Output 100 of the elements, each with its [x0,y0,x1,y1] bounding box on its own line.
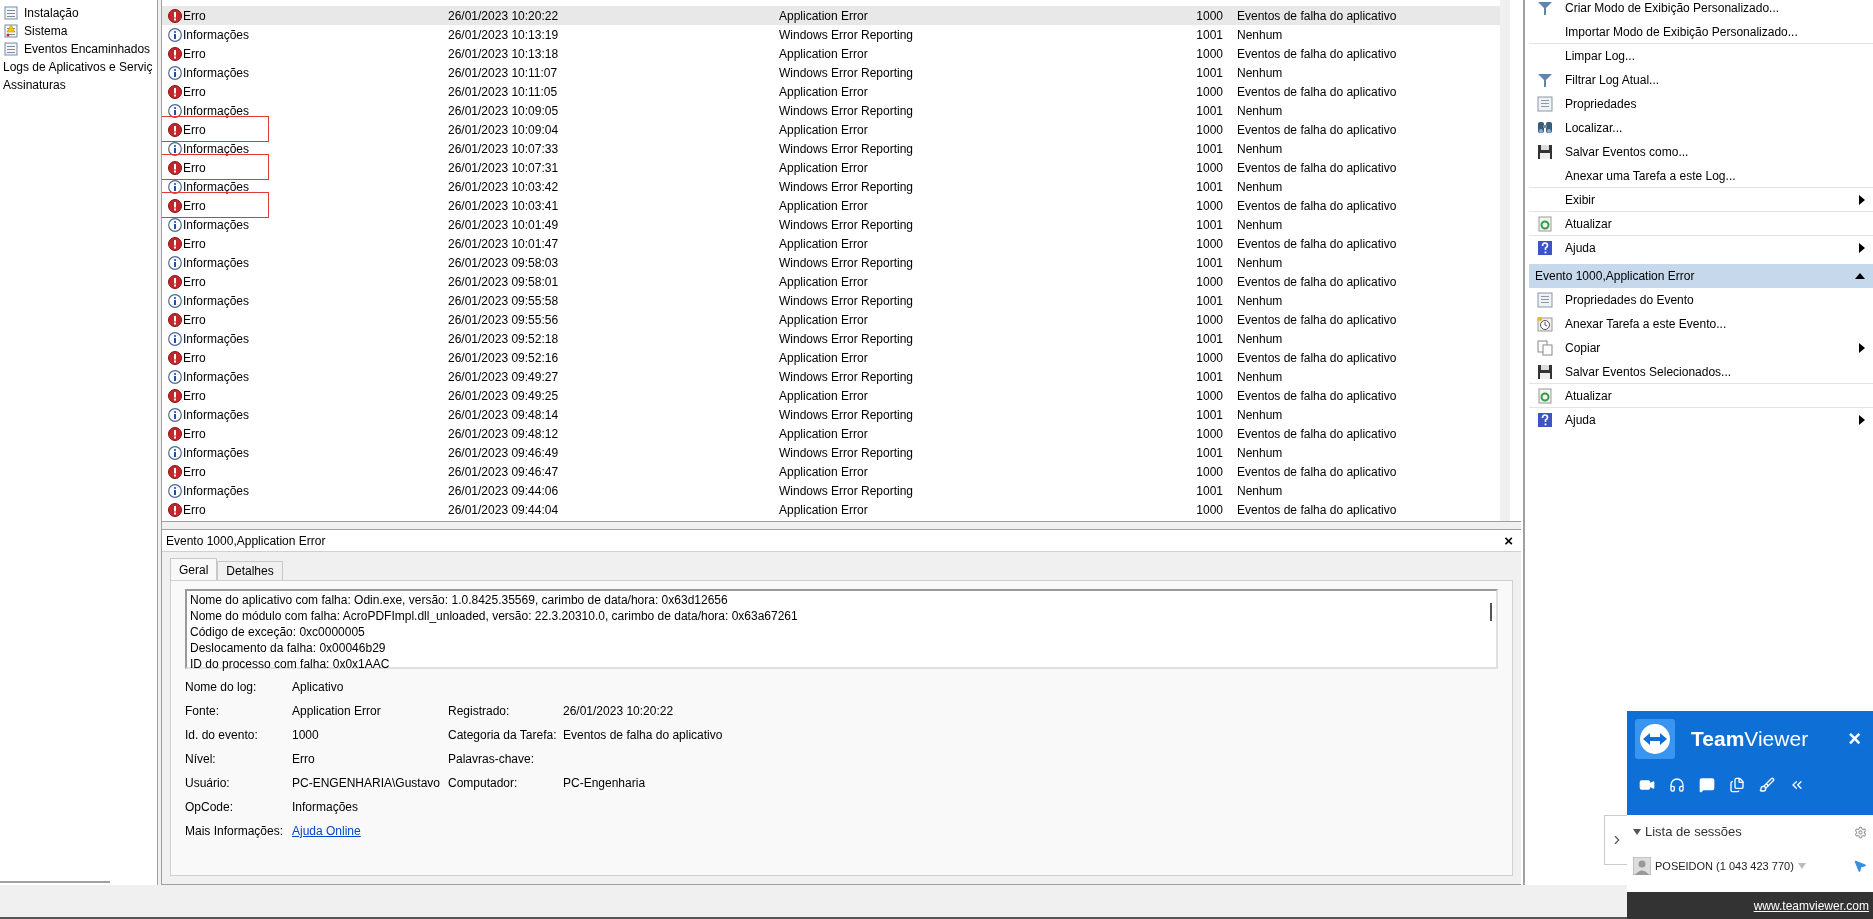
action-item[interactable]: Limpar Log... [1565,47,1636,65]
event-row[interactable]: Erro 26/01/2023 09:49:25 Application Error 1000 Eventos de falha do aplicativo [162,386,1500,405]
tree-item[interactable]: Logs de Aplicativos e Serviç [3,58,153,76]
action-item[interactable]: Anexar Tarefa a este Evento... [1565,315,1727,333]
event-row[interactable]: Informações 26/01/2023 09:49:27 Windows Error Reporting 1001 Nenhum [162,367,1500,386]
description-line: Código de exceção: 0xc0000005 [190,624,366,640]
action-item[interactable]: Exibir [1565,190,1595,209]
category-cell-text: Nenhum [1237,406,1283,424]
event-row[interactable]: Erro 26/01/2023 10:13:18 Application Error 1000 Eventos de falha do aplicativo [162,44,1500,63]
log-icon [4,42,18,56]
field-value: Informações [292,799,360,816]
event-row[interactable]: Informações 26/01/2023 09:44:06 Windows Error Reporting 1001 Nenhum [162,481,1500,500]
source-cell-text: Application Error [779,7,869,25]
event-row[interactable]: Informações 26/01/2023 09:55:58 Windows Error Reporting 1001 Nenhum [162,291,1500,310]
category-cell-text: Eventos de falha do aplicativo [1237,387,1397,405]
event-row[interactable]: Informações 26/01/2023 09:58:03 Windows Error Reporting 1001 Nenhum [162,253,1500,272]
tree-item[interactable]: Assinaturas [3,76,66,94]
level-cell-text: Informações [183,178,250,196]
scrollbar-track[interactable] [1500,0,1510,521]
event-row[interactable]: Informações 26/01/2023 09:48:14 Windows Error Reporting 1001 Nenhum [162,405,1500,424]
source-cell-text: Application Error [779,463,869,481]
id-cell-text: 1001 [1195,482,1223,500]
event-row[interactable]: Erro 26/01/2023 10:07:31 Application Error 1000 Eventos de falha do aplicativo [162,158,1500,177]
action-item[interactable]: Propriedades do Evento [1565,291,1694,309]
tab[interactable]: Detalhes [217,561,283,580]
funnel-icon [1537,0,1553,16]
sessions-label[interactable]: Lista de sessões [1645,822,1742,842]
tree-item[interactable]: Instalação [24,4,79,22]
action-item[interactable]: Propriedades [1565,95,1637,113]
event-row[interactable]: Informações 26/01/2023 10:13:19 Windows Error Reporting 1001 Nenhum [162,25,1500,44]
event-row[interactable]: Erro 26/01/2023 09:44:04 Application Error 1000 Eventos de falha do aplicativo [162,500,1500,519]
level-cell-text: Erro [183,45,206,63]
level-cell-text: Informações [183,254,250,272]
event-row[interactable]: Erro 26/01/2023 09:46:47 Application Error 1000 Eventos de falha do aplicativo [162,462,1500,481]
help-icon [1537,412,1553,428]
tree-item[interactable]: Eventos Encaminhados [24,40,151,58]
info-icon [168,331,182,346]
field-label: Nível: [185,751,217,768]
id-cell-text: 1000 [1195,7,1223,25]
error-icon [168,464,182,479]
level-cell-text: Erro [183,159,206,177]
event-row[interactable]: Erro 26/01/2023 10:03:41 Application Error 1000 Eventos de falha do aplicativo [162,196,1500,215]
action-item[interactable]: Ajuda [1565,239,1596,257]
event-row[interactable]: Erro 26/01/2023 10:11:05 Application Error 1000 Eventos de falha do aplicativo [162,82,1500,101]
level-cell-text: Informações [183,406,250,424]
help-link[interactable]: Ajuda Online [292,822,448,840]
id-cell-text: 1000 [1195,83,1223,101]
session-item[interactable]: POSEIDON (1 043 423 770) [1655,857,1794,875]
event-row[interactable]: Informações 26/01/2023 10:01:49 Windows Error Reporting 1001 Nenhum [162,215,1500,234]
event-row[interactable]: Erro 26/01/2023 09:52:16 Application Error 1000 Eventos de falha do aplicativo [162,348,1500,367]
date-cell-text: 26/01/2023 09:46:49 [448,444,560,462]
log-warning-icon [4,24,18,38]
event-row[interactable]: Informações 26/01/2023 10:03:42 Windows Error Reporting 1001 Nenhum [162,177,1500,196]
level-cell-text: Informações [183,216,250,234]
action-item[interactable]: Ajuda [1565,411,1596,429]
action-item[interactable]: Atualizar [1565,214,1612,233]
action-item[interactable]: Filtrar Log Atual... [1565,71,1660,89]
action-item[interactable]: Criar Modo de Exibição Personalizado... [1565,0,1780,17]
files-icon[interactable] [1729,777,1745,793]
action-item[interactable]: Localizar... [1565,119,1623,137]
date-cell-text: 26/01/2023 10:11:05 [448,83,559,101]
date-cell-text: 26/01/2023 09:49:27 [448,368,560,386]
event-row[interactable]: Erro 26/01/2023 09:48:12 Application Error 1000 Eventos de falha do aplicativo [162,424,1500,443]
source-cell-text: Windows Error Reporting [779,26,915,44]
id-cell-text: 1000 [1195,463,1223,481]
level-cell-text: Erro [183,501,206,519]
event-row[interactable]: Informações 26/01/2023 10:11:07 Windows Error Reporting 1001 Nenhum [162,63,1500,82]
category-cell-text: Nenhum [1237,330,1283,348]
chat-icon[interactable] [1699,777,1715,793]
action-item[interactable]: Salvar Eventos como... [1565,143,1689,161]
event-row[interactable]: Erro 26/01/2023 09:58:01 Application Error 1000 Eventos de falha do aplicativo [162,272,1500,291]
event-row[interactable]: Erro 26/01/2023 10:01:47 Application Error 1000 Eventos de falha do aplicativo [162,234,1500,253]
event-row[interactable]: Erro 26/01/2023 09:55:56 Application Error 1000 Eventos de falha do aplicativo [162,310,1500,329]
event-row[interactable]: Erro 26/01/2023 10:20:22 Application Error 1000 Eventos de falha do aplicativo [162,6,1500,25]
level-cell-text: Erro [183,7,206,25]
close-button[interactable]: × [1848,728,1865,750]
tree-item[interactable]: Sistema [24,22,68,40]
event-row[interactable]: Informações 26/01/2023 09:52:18 Windows Error Reporting 1001 Nenhum [162,329,1500,348]
properties-icon [1537,96,1553,112]
settings-icon[interactable] [1854,825,1867,839]
video-icon[interactable] [1639,777,1655,793]
action-item[interactable]: Anexar uma Tarefa a este Log... [1565,166,1736,185]
level-cell-text: Erro [183,425,206,443]
source-cell-text: Windows Error Reporting [779,64,915,82]
level-cell-text: Erro [183,463,206,481]
tab[interactable]: Geral [170,558,218,580]
event-row[interactable]: Erro 26/01/2023 10:09:04 Application Error 1000 Eventos de falha do aplicativo [162,120,1500,139]
brush-icon[interactable] [1759,777,1775,793]
action-item[interactable]: Atualizar [1565,386,1612,405]
action-item[interactable]: Salvar Eventos Selecionados... [1565,362,1732,381]
headset-icon[interactable] [1669,777,1685,793]
action-item[interactable]: Importar Modo de Exibição Personalizado... [1565,22,1798,41]
action-item[interactable]: Copiar [1565,339,1601,357]
source-cell-text: Windows Error Reporting [779,102,915,120]
event-row[interactable]: Informações 26/01/2023 10:07:33 Windows Error Reporting 1001 Nenhum [162,139,1500,158]
category-cell-text: Eventos de falha do aplicativo [1237,83,1397,101]
close-button[interactable]: × [1500,533,1517,548]
info-icon [168,369,182,384]
event-row[interactable]: Informações 26/01/2023 09:46:49 Windows Error Reporting 1001 Nenhum [162,443,1500,462]
event-row[interactable]: Informações 26/01/2023 10:09:05 Windows Error Reporting 1001 Nenhum [162,101,1500,120]
